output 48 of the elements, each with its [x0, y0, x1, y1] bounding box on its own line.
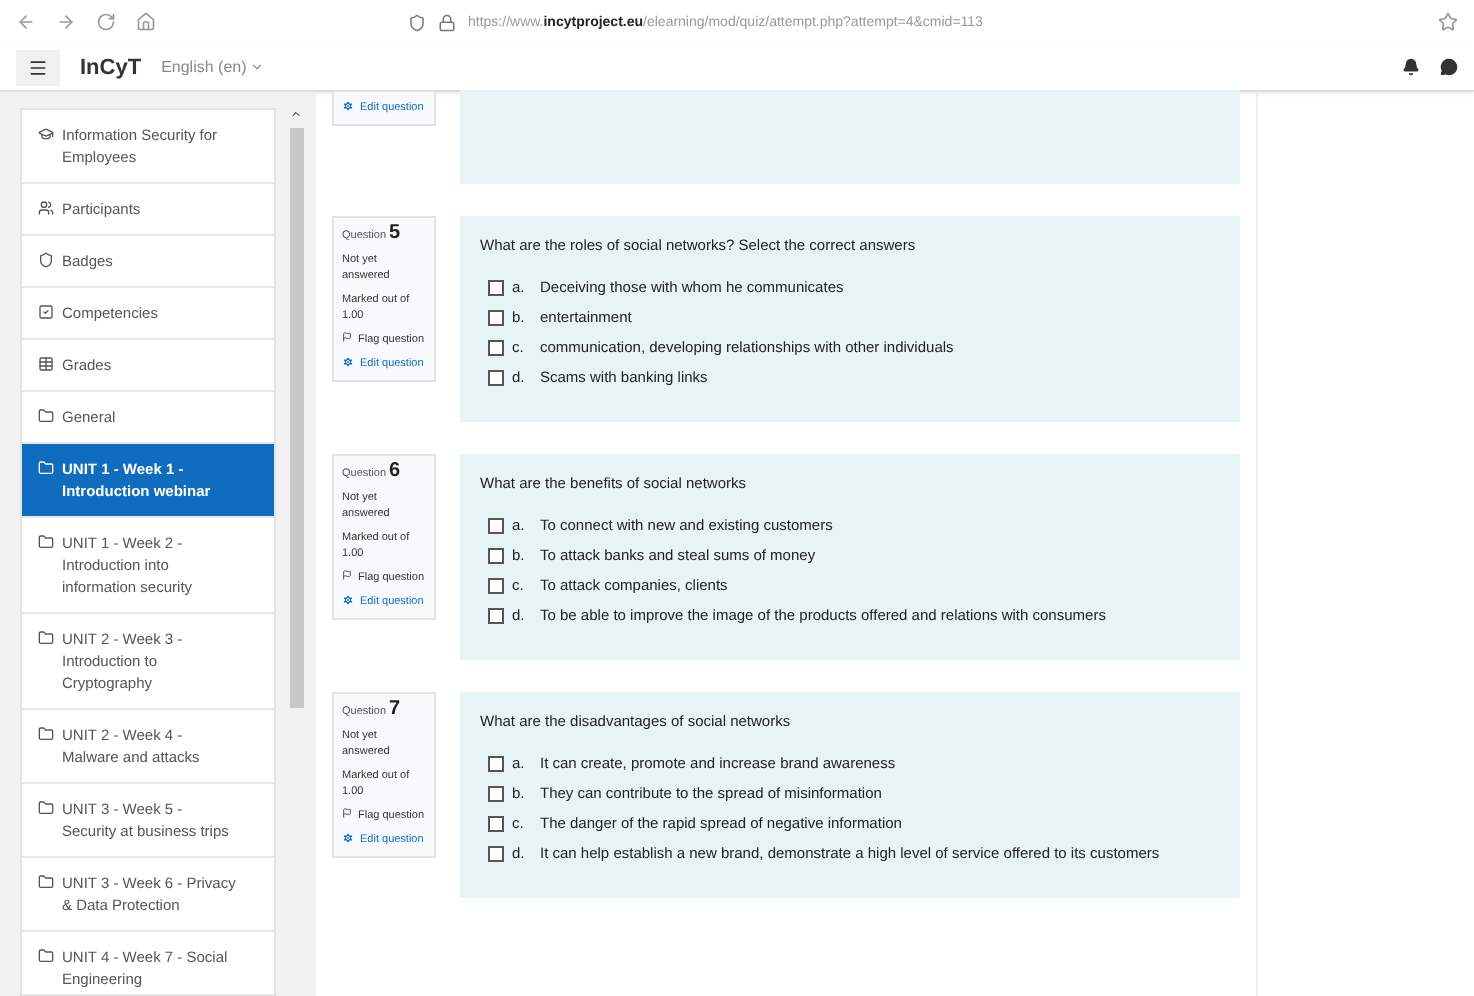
gear-icon	[342, 832, 354, 844]
answer-checkbox[interactable]	[488, 755, 504, 771]
users-icon	[38, 200, 54, 216]
flag-icon	[342, 570, 352, 580]
menu-button[interactable]	[16, 49, 60, 85]
shield-icon	[408, 13, 426, 31]
gear-icon	[342, 594, 354, 606]
answer-checkbox[interactable]	[488, 547, 504, 563]
menu-icon	[28, 57, 48, 77]
answer-checkbox[interactable]	[488, 607, 504, 623]
answer-checkbox[interactable]	[488, 845, 504, 861]
answer-checkbox[interactable]	[488, 517, 504, 533]
home-icon[interactable]	[136, 12, 156, 32]
folder-icon	[38, 948, 54, 964]
bell-icon[interactable]	[1402, 58, 1420, 76]
answer-checkbox[interactable]	[488, 577, 504, 593]
language-menu[interactable]: English (en)	[161, 58, 265, 76]
folder-icon	[38, 726, 54, 742]
shield-icon	[38, 252, 54, 268]
checkbox-icon	[38, 304, 54, 320]
folder-icon	[38, 874, 54, 890]
graduation-cap-icon	[38, 126, 54, 142]
folder-icon	[38, 534, 54, 550]
reload-icon[interactable]	[96, 12, 116, 32]
answer-checkbox[interactable]	[488, 369, 504, 385]
star-icon[interactable]	[1438, 12, 1458, 32]
answer-checkbox[interactable]	[488, 279, 504, 295]
answer-checkbox[interactable]	[488, 309, 504, 325]
answer-checkbox[interactable]	[488, 339, 504, 355]
folder-icon	[38, 630, 54, 646]
folder-icon	[38, 460, 54, 476]
scroll-up-icon[interactable]	[290, 108, 302, 120]
answer-checkbox[interactable]	[488, 785, 504, 801]
answer-checkbox[interactable]	[488, 815, 504, 831]
site-name[interactable]: InCyT	[80, 55, 142, 79]
forward-icon[interactable]	[56, 12, 76, 32]
chat-icon[interactable]	[1440, 58, 1458, 76]
gear-icon	[342, 100, 354, 112]
caret-icon	[250, 60, 265, 74]
lock-icon	[438, 13, 456, 31]
back-icon[interactable]	[16, 12, 36, 32]
flag-icon	[342, 808, 352, 818]
scrollbar-thumb[interactable]	[289, 128, 303, 708]
folder-icon	[38, 800, 54, 816]
folder-icon	[38, 408, 54, 424]
gear-icon	[342, 356, 354, 368]
table-icon	[38, 356, 54, 372]
flag-icon	[342, 332, 352, 342]
